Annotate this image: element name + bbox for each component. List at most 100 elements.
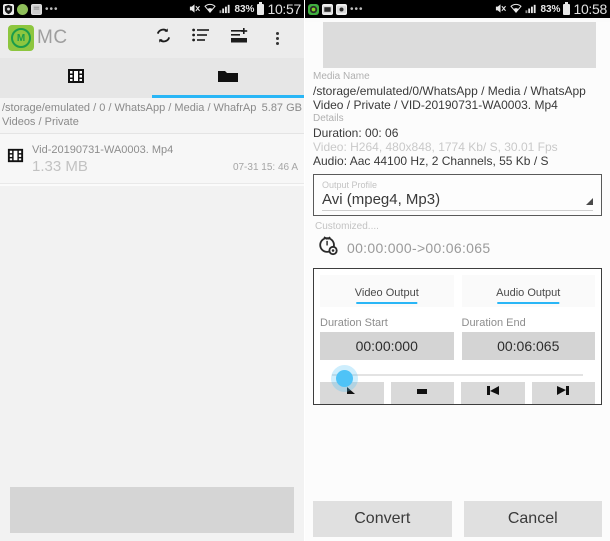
tab-audio-output[interactable]: Audio Output [461,275,595,307]
duration-end-label: Duration End [461,317,526,329]
stop-icon [413,384,431,402]
file-date: 07-31 15: 46 A [232,162,298,173]
list-item[interactable]: Vid-20190731-WA0003. Mp4 1.33 MB 07-31 1… [0,134,304,184]
screenshot-root: ••• 83% 10:57 M MC /storage/emulated / 0… [0,0,610,541]
path-line-1: /storage/emulated / 0 / WhatsApp / Media… [2,102,257,114]
duration-start-label: Duration Start [320,317,388,329]
output-profile-card[interactable]: Output Profile Avi (mpeg4, Mp3) [313,174,602,216]
mark-out-button[interactable] [531,382,595,404]
breadcrumb-path[interactable]: /storage/emulated / 0 / WhatsApp / Media… [0,98,304,134]
battery-icon [257,1,265,15]
stop-button[interactable] [390,382,454,404]
app-title: MC [37,27,68,48]
duration-end-input[interactable]: 00:06:065 [461,332,595,360]
details-label: Details [313,113,344,124]
convert-button[interactable]: Convert [313,501,452,537]
list-button[interactable] [182,19,220,57]
right-screen: ••• 83% 10:58 Media Name /storage/emulat… [305,0,610,541]
duration-fields: Duration Start 00:00:000 Duration End 00… [320,317,595,360]
mark-in-icon [483,384,503,402]
overflow-menu-button[interactable] [258,19,296,57]
media-duration: Duration: 00: 06 [313,126,399,140]
camera-icon [336,3,347,15]
left-screen: ••• 83% 10:57 M MC /storage/emulated / 0… [0,0,305,541]
slider-thumb[interactable] [336,370,353,387]
app-toolbar: M MC [0,18,304,58]
play-button[interactable] [320,382,384,404]
path-free-space: 5.87 GB [261,102,302,114]
app-logo-mark: M [11,28,31,48]
wifi-icon [510,3,523,16]
output-profile-label: Output Profile [322,180,378,190]
converter-dialog: Media Name /storage/emulated/0/WhatsApp … [305,22,610,541]
slider-track [332,374,583,376]
tab-video[interactable] [0,58,152,98]
file-meta: Vid-20190731-WA0003. Mp4 1.33 MB [32,140,226,175]
media-path-line-2: Video / Private / VID-20190731-WA0003. M… [313,98,558,112]
film-strip-icon [66,66,86,91]
wifi-icon [204,3,217,16]
battery-percent: 83% [234,3,255,15]
mute-icon [494,3,507,16]
clock: 10:57 [267,1,301,17]
seek-slider[interactable] [320,360,595,387]
ad-banner[interactable] [10,487,294,533]
transport-controls [320,382,595,404]
dialog-actions: Convert Cancel [313,501,602,537]
update-icon [17,3,28,15]
timer-icon [317,234,339,261]
app-running-icon [308,3,319,15]
refresh-button[interactable] [144,19,182,57]
overflow-menu-icon [275,31,279,45]
status-system-icons: 83% 10:58 [494,1,607,17]
mark-out-icon [553,384,573,402]
tab-underline [356,302,418,304]
more-dots-icon: ••• [45,3,59,15]
add-to-list-button[interactable] [220,19,258,57]
status-system-icons: 83% 10:57 [188,1,301,17]
refresh-icon [155,27,172,49]
right-status-bar: ••• 83% 10:58 [305,0,610,18]
left-tab-bar [0,58,304,98]
output-tab-bar: Video Output Audio Output [320,275,595,307]
tab-audio-output-label: Audio Output [496,287,561,299]
app-logo-icon: M [8,25,34,51]
duration-end-group: Duration End 00:06:065 [461,317,595,360]
media-path-line-1: /storage/emulated/0/WhatsApp / Media / W… [313,84,586,98]
folder-icon [217,67,239,90]
chevron-down-icon [586,198,593,205]
tab-indicator [0,95,152,98]
document-icon [31,3,42,15]
battery-icon [563,1,571,15]
media-video-info: Video: H264, 480x848, 1774 Kb/ S, 30.01 … [313,140,558,154]
output-settings-card: Video Output Audio Output Duration Start… [313,268,602,405]
duration-start-group: Duration Start 00:00:000 [320,317,454,360]
media-name-label: Media Name [313,71,370,82]
file-name: Vid-20190731-WA0003. Mp4 [32,144,174,156]
film-strip-icon [6,146,25,170]
tab-video-output-label: Video Output [354,287,419,299]
media-info-section: Media Name /storage/emulated/0/WhatsApp … [305,68,610,168]
tab-folder[interactable] [152,58,304,98]
more-dots-icon: ••• [350,3,364,15]
file-size: 1.33 MB [32,158,88,175]
signal-icon [219,3,231,16]
clock: 10:58 [573,1,607,17]
video-preview[interactable] [323,22,596,68]
tab-indicator-active [152,95,304,98]
screenshot-icon [322,3,333,15]
mute-icon [188,3,201,16]
customized-label: Customized.... [315,221,379,232]
file-list: Vid-20190731-WA0003. Mp4 1.33 MB 07-31 1… [0,134,304,184]
signal-icon [525,3,537,16]
output-profile-select[interactable]: Avi (mpeg4, Mp3) [322,191,593,211]
trim-range-row[interactable]: 00:00:000->00:06:065 [317,234,610,261]
battery-percent: 83% [540,3,561,15]
cancel-button[interactable]: Cancel [463,501,602,537]
media-audio-info: Audio: Aac 44100 Hz, 2 Channels, 55 Kb /… [313,154,549,168]
tab-video-output[interactable]: Video Output [320,275,454,307]
left-status-bar: ••• 83% 10:57 [0,0,304,18]
path-line-2: Videos / Private [2,116,79,128]
duration-start-input[interactable]: 00:00:000 [320,332,454,360]
mark-in-button[interactable] [461,382,525,404]
